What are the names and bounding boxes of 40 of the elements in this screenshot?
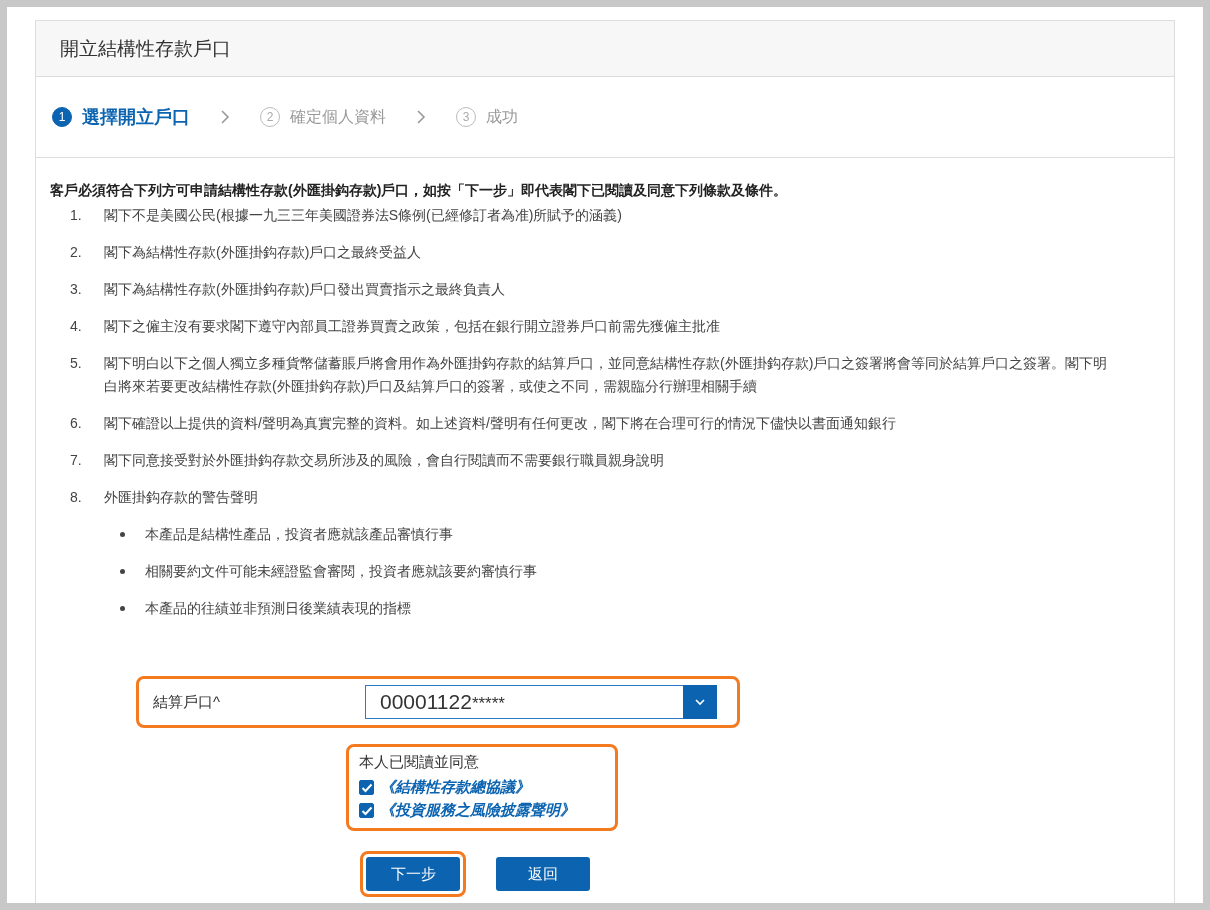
- bullet-text: 本產品的往績並非預測日後業績表現的指標: [145, 599, 411, 618]
- term-text: 閣下為結構性存款(外匯掛鈎存款)戶口之最終受益人: [104, 244, 422, 260]
- step-label: 成功: [486, 106, 518, 127]
- agreement-label: 本人已閱讀並同意: [359, 753, 480, 772]
- list-number: 2.: [70, 243, 83, 262]
- action-button[interactable]: 返回: [496, 857, 590, 891]
- term-text: 閣下不是美國公民(根據一九三三年美國證券法S條例(已經修訂者為准)所賦予的涵義): [104, 207, 622, 223]
- field-label: 結算戶口^: [153, 692, 222, 712]
- list-number: 5.: [70, 354, 83, 373]
- term-text: 外匯掛鈎存款的警告聲明: [104, 489, 258, 505]
- intro-text: 客戶必須符合下列方可申請結構性存款(外匯掛鈎存款)戶口，如按「下一步」即代表閣下已閱讀及同意下列條款及條件。: [50, 182, 789, 200]
- term-text: 閣下為結構性存款(外匯掛鈎存款)戶口發出買賣指示之最終負責人: [104, 281, 506, 297]
- action-button[interactable]: 下一步: [366, 857, 460, 891]
- bullet-icon: [120, 606, 125, 611]
- document-link[interactable]: 《投資服務之風險披露聲明》: [380, 801, 575, 820]
- term-text: 閣下明白以下之個人獨立多種貨幣儲蓄賬戶將會用作為外匯掛鈎存款的結算戶口，並同意結構性存款(外匯掛鈎存款)戶口之簽署將會等同於結算戶口之簽署。閣下明白將來若要更改結構性存款(外匯掛鈎存款)戶口及結算戶口的簽署，或使之不同，需親臨分行辦理相關手續: [104, 355, 1108, 394]
- list-number: 3.: [70, 280, 83, 299]
- term-text: 閣下確證以上提供的資料/聲明為真實完整的資料。如上述資料/聲明有任何更改，閣下將在合理可行的情況下儘快以書面通知銀行: [104, 415, 896, 431]
- chevron-right-icon: [220, 109, 230, 125]
- bullet-text: 本產品是結構性產品，投資者應就該產品審慎行事: [145, 525, 453, 544]
- term-text: 閣下同意接受對於外匯掛鈎存款交易所涉及的風險，會自行閱讀而不需要銀行職員親身說明: [104, 452, 664, 468]
- checkbox[interactable]: [359, 780, 374, 795]
- list-number: 7.: [70, 451, 83, 470]
- list-number: 6.: [70, 414, 83, 433]
- term-text: 閣下之僱主沒有要求閣下遵守內部員工證券買賣之政策，包括在銀行開立證券戶口前需先獲僱主批准: [104, 318, 720, 334]
- document-link[interactable]: 《結構性存款總協議》: [380, 778, 530, 797]
- list-number: 8.: [70, 488, 83, 507]
- step-number: 1: [52, 107, 72, 127]
- chevron-right-icon: [416, 109, 426, 125]
- page-title: 開立結構性存款戶口: [60, 36, 231, 61]
- bullet-icon: [120, 569, 125, 574]
- account-dropdown[interactable]: 00001122*****: [365, 685, 717, 719]
- checkbox[interactable]: [359, 803, 374, 818]
- step-label: 確定個人資料: [290, 106, 386, 127]
- list-number: 1.: [70, 206, 83, 225]
- bullet-text: 相關要約文件可能未經證監會審閱，投資者應就該要約審慎行事: [145, 562, 537, 581]
- caret-icon: [683, 685, 717, 719]
- step-label: 選擇開立戶口: [82, 106, 190, 129]
- list-number: 4.: [70, 317, 83, 336]
- bullet-icon: [120, 532, 125, 537]
